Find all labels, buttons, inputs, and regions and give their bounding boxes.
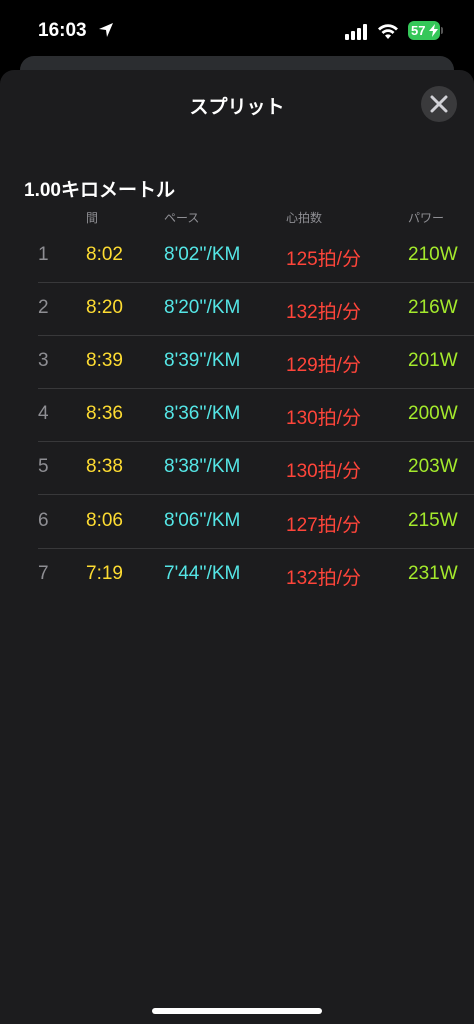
column-header-heart-rate: 心拍数 [286, 211, 323, 225]
column-header-pace: ペース [164, 211, 200, 225]
split-time: 8:39 [86, 350, 123, 371]
split-heart-rate: 129拍/分 [286, 355, 361, 376]
location-arrow-icon [99, 23, 113, 37]
split-number: 4 [38, 403, 49, 424]
split-power: 201W [408, 350, 458, 371]
split-row: 6 8:06 8'06''/KM 127拍/分 215W [0, 496, 474, 549]
split-heart-rate: 127拍/分 [286, 515, 361, 536]
sheet-title: スプリット [189, 97, 285, 118]
split-time: 7:19 [86, 563, 123, 584]
status-bar: 16:03 57 [0, 0, 474, 60]
split-number: 7 [38, 563, 49, 584]
close-icon [430, 95, 448, 113]
split-time: 8:20 [86, 297, 123, 318]
close-button[interactable] [421, 86, 457, 122]
split-number: 2 [38, 297, 49, 318]
row-divider [38, 494, 474, 495]
split-power: 216W [408, 297, 458, 318]
split-pace: 8'36''/KM [164, 403, 241, 424]
split-number: 3 [38, 350, 49, 371]
section-title: 1.00キロメートル [24, 180, 175, 201]
column-header-power: パワー [408, 211, 445, 225]
split-power: 215W [408, 510, 458, 531]
split-row: 2 8:20 8'20''/KM 132拍/分 216W [0, 283, 474, 336]
split-number: 6 [38, 510, 49, 531]
split-pace: 8'02''/KM [164, 244, 241, 265]
home-indicator[interactable] [152, 1008, 322, 1014]
split-power: 210W [408, 244, 458, 265]
split-power: 203W [408, 456, 458, 477]
split-time: 8:38 [86, 456, 123, 477]
battery-cap [441, 27, 443, 34]
split-row: 7 7:19 7'44''/KM 132拍/分 231W [0, 549, 474, 602]
split-pace: 8'39''/KM [164, 350, 241, 371]
signal-icon [345, 24, 367, 40]
split-heart-rate: 125拍/分 [286, 249, 361, 270]
split-row: 3 8:39 8'39''/KM 129拍/分 201W [0, 336, 474, 389]
split-heart-rate: 130拍/分 [286, 408, 361, 429]
split-number: 5 [38, 456, 49, 477]
split-heart-rate: 130拍/分 [286, 461, 361, 482]
split-number: 1 [38, 244, 49, 265]
split-heart-rate: 132拍/分 [286, 302, 361, 323]
battery-icon: 57 [408, 21, 440, 40]
split-pace: 8'38''/KM [164, 456, 241, 477]
split-pace: 8'20''/KM [164, 297, 241, 318]
battery-level: 57 [411, 23, 426, 38]
status-time: 16:03 [38, 20, 87, 41]
split-power: 200W [408, 403, 458, 424]
split-pace: 8'06''/KM [164, 510, 241, 531]
split-row: 1 8:02 8'02''/KM 125拍/分 210W [0, 230, 474, 283]
split-time: 8:06 [86, 510, 123, 531]
charging-bolt-icon [429, 24, 438, 37]
split-row: 5 8:38 8'38''/KM 130拍/分 203W [0, 442, 474, 495]
wifi-icon [378, 24, 398, 39]
split-pace: 7'44''/KM [164, 563, 241, 584]
split-time: 8:02 [86, 244, 123, 265]
split-time: 8:36 [86, 403, 123, 424]
split-row: 4 8:36 8'36''/KM 130拍/分 200W [0, 389, 474, 442]
column-header-time: 間 [86, 211, 99, 225]
split-power: 231W [408, 563, 458, 584]
split-heart-rate: 132拍/分 [286, 568, 361, 589]
